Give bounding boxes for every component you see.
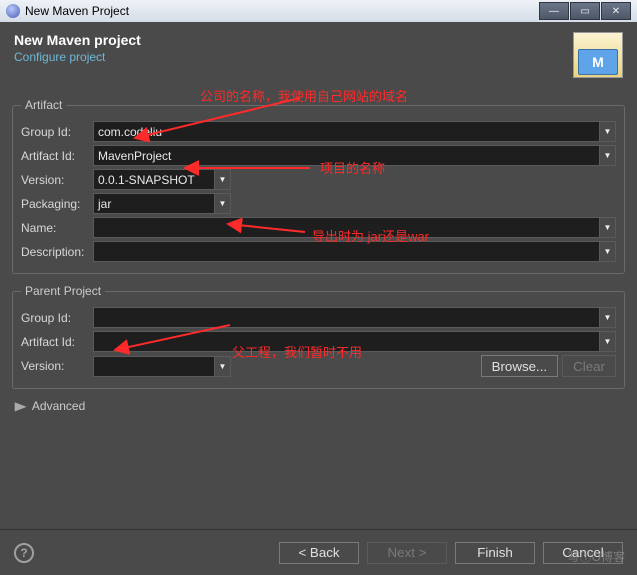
- parent-groupid-label: Group Id:: [21, 311, 93, 325]
- chevron-down-icon[interactable]: [599, 122, 615, 141]
- description-field[interactable]: [93, 241, 616, 262]
- triangle-right-icon: ▶: [15, 399, 27, 413]
- advanced-label: Advanced: [32, 399, 85, 413]
- artifactid-value: MavenProject: [98, 149, 171, 163]
- parent-group: Parent Project Group Id: Artifact Id: Ve…: [12, 284, 625, 389]
- parent-groupid-field[interactable]: [93, 307, 616, 328]
- titlebar: New Maven Project ― ▭ ✕: [0, 0, 637, 22]
- name-field[interactable]: [93, 217, 616, 238]
- version-field[interactable]: 0.0.1-SNAPSHOT: [93, 169, 231, 190]
- maximize-button[interactable]: ▭: [570, 2, 600, 20]
- parent-artifactid-field[interactable]: [93, 331, 616, 352]
- page-title: New Maven project: [14, 32, 141, 48]
- chevron-down-icon[interactable]: [214, 357, 230, 376]
- watermark: 写①O博客: [568, 548, 625, 565]
- groupid-label: Group Id:: [21, 125, 93, 139]
- wizard-footer: ? < Back Next > Finish Cancel: [0, 529, 637, 575]
- window-title: New Maven Project: [25, 4, 129, 18]
- chevron-down-icon[interactable]: [599, 332, 615, 351]
- artifactid-label: Artifact Id:: [21, 149, 93, 163]
- version-value: 0.0.1-SNAPSHOT: [98, 173, 195, 187]
- advanced-toggle[interactable]: ▶ Advanced: [16, 399, 621, 413]
- version-label: Version:: [21, 173, 93, 187]
- parent-artifactid-label: Artifact Id:: [21, 335, 93, 349]
- description-label: Description:: [21, 245, 93, 259]
- name-label: Name:: [21, 221, 93, 235]
- next-button[interactable]: Next >: [367, 542, 447, 564]
- chevron-down-icon[interactable]: [599, 308, 615, 327]
- chevron-down-icon[interactable]: [599, 242, 615, 261]
- packaging-label: Packaging:: [21, 197, 93, 211]
- packaging-field[interactable]: jar: [93, 193, 231, 214]
- artifactid-field[interactable]: MavenProject: [93, 145, 616, 166]
- eclipse-icon: [6, 4, 20, 18]
- finish-button[interactable]: Finish: [455, 542, 535, 564]
- groupid-field[interactable]: com.codeliu: [93, 121, 616, 142]
- groupid-value: com.codeliu: [98, 125, 162, 139]
- back-button[interactable]: < Back: [279, 542, 359, 564]
- chevron-down-icon[interactable]: [599, 218, 615, 237]
- clear-button[interactable]: Clear: [562, 355, 616, 377]
- minimize-button[interactable]: ―: [539, 2, 569, 20]
- page-subtitle: Configure project: [14, 50, 141, 64]
- chevron-down-icon[interactable]: [599, 146, 615, 165]
- artifact-legend: Artifact: [21, 98, 66, 112]
- parent-version-field[interactable]: [93, 356, 231, 377]
- chevron-down-icon[interactable]: [214, 170, 230, 189]
- browse-button[interactable]: Browse...: [481, 355, 559, 377]
- chevron-down-icon[interactable]: [214, 194, 230, 213]
- artifact-group: Artifact Group Id: com.codeliu Artifact …: [12, 98, 625, 274]
- wizard-icon: M: [573, 32, 623, 78]
- parent-legend: Parent Project: [21, 284, 105, 298]
- parent-version-label: Version:: [21, 359, 93, 373]
- maven-m-icon: M: [578, 49, 618, 75]
- help-icon[interactable]: ?: [14, 543, 34, 563]
- close-button[interactable]: ✕: [601, 2, 631, 20]
- packaging-value: jar: [98, 197, 111, 211]
- wizard-header: New Maven project Configure project M: [0, 22, 637, 82]
